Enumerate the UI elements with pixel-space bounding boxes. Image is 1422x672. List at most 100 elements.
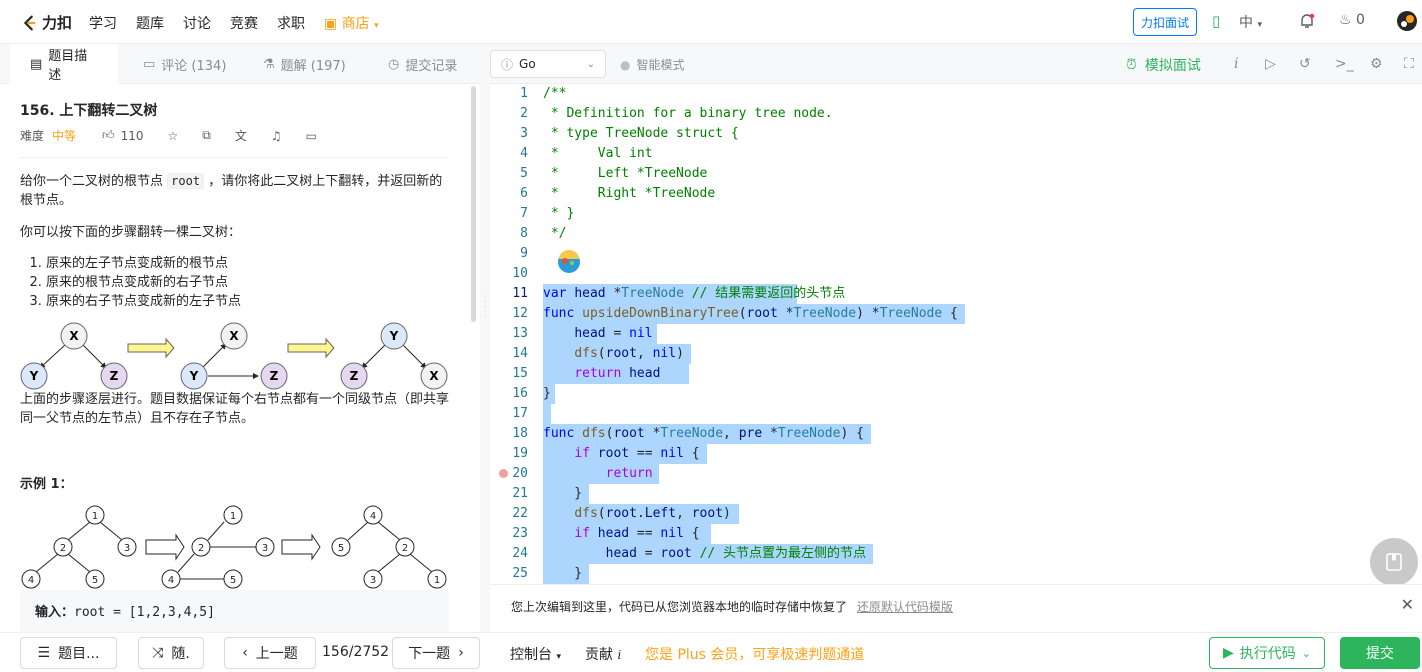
code-line[interactable]: dfs(root.Left, root)	[543, 504, 731, 524]
node-label: X	[229, 329, 239, 343]
language-switch[interactable]: 中 ▾	[1239, 12, 1262, 32]
fullscreen-icon[interactable]: ⛶	[1404, 56, 1414, 72]
translate-icon[interactable]: 文	[235, 127, 247, 144]
like-count: 110	[120, 128, 144, 143]
flip-steps-figure: X Y Z X Y Z Y Z X	[20, 322, 448, 390]
console-toggle[interactable]: 控制台 ▾	[510, 644, 561, 664]
code-line[interactable]: if root == nil {	[543, 444, 699, 464]
nav-shop[interactable]: ▣ 商店 ▾	[324, 13, 379, 33]
nav-contest[interactable]: 竞赛	[230, 13, 258, 33]
line-number: 19	[512, 446, 528, 461]
node-label: Y	[29, 369, 39, 383]
code-line[interactable]: }	[543, 384, 551, 404]
line-number: 15	[512, 366, 528, 381]
code-line[interactable]: return head	[543, 364, 660, 384]
close-icon[interactable]: ✕	[1401, 595, 1414, 614]
example-title: 示例 1：	[20, 477, 73, 492]
node-label: 1	[230, 511, 236, 522]
contribute-button[interactable]: 贡献 i	[585, 644, 621, 664]
info-icon[interactable]: i	[1234, 56, 1238, 72]
tab-submissions[interactable]: ◷ 提交记录	[388, 44, 457, 84]
drag-handle-icon[interactable]: · · · · ·	[484, 293, 487, 321]
difficulty-label: 难度	[20, 129, 45, 143]
interview-button[interactable]: 力扣面试	[1133, 8, 1197, 36]
nav-jobs[interactable]: 求职	[277, 13, 305, 33]
mobile-icon[interactable]: ▯	[1212, 12, 1220, 30]
thumbs-up-icon: 👍︎	[102, 128, 115, 142]
code-line[interactable]: dfs(root, nil)	[543, 344, 684, 364]
run-code-button[interactable]: ▶ 执行代码 ⌄	[1209, 637, 1325, 669]
problem-list-button[interactable]: ☰ 题目...	[20, 637, 117, 669]
line-number: 22	[512, 506, 528, 521]
star-icon[interactable]: ☆	[167, 129, 178, 143]
code-editor[interactable]: 1 2 3 4 5 6 7 8 9 10 11 12 13 14 15 16 1…	[490, 84, 1422, 584]
problem-description: 156. 上下翻转二叉树 难度 中等 👍︎ 110 ☆ ⧉ 文 ♫ ▭ 给你一个…	[0, 84, 470, 632]
nav-problemset[interactable]: 题库	[136, 13, 164, 33]
code-line[interactable]: /**	[543, 84, 566, 104]
code-line[interactable]: }	[543, 484, 582, 504]
line-number: 23	[512, 526, 528, 541]
logo[interactable]: 力扣	[20, 12, 72, 33]
line-number: 7	[520, 206, 528, 221]
tab-comments[interactable]: ▭ 评论 (134)	[143, 44, 226, 84]
feedback-icon[interactable]: ▭	[306, 129, 317, 143]
mock-interview-button[interactable]: ⏰︎ 模拟面试	[1126, 55, 1201, 75]
play-icon[interactable]: ▷	[1265, 56, 1276, 72]
node-label: 2	[60, 543, 66, 554]
tab-solutions[interactable]: ⚗ 题解 (197)	[263, 44, 346, 84]
code-line[interactable]: * Val int	[543, 144, 653, 164]
example-input-box: 输入：root = [1,2,3,4,5]	[20, 590, 449, 632]
chevron-down-icon: ▾	[556, 652, 561, 662]
avatar[interactable]	[1396, 10, 1418, 32]
code-line[interactable]: head = root // 头节点置为最左侧的节点	[543, 544, 866, 564]
share-icon[interactable]: ⧉	[202, 128, 211, 143]
code-line[interactable]: * Right *TreeNode	[543, 184, 715, 204]
line-number: 11	[512, 286, 528, 301]
restore-default-link[interactable]: 还原默认代码模版	[857, 600, 953, 614]
problem-title: 156. 上下翻转二叉树	[20, 103, 158, 119]
language-select[interactable]: ⓘ Go ⌄	[490, 50, 606, 78]
random-button[interactable]: ⤨ 随.	[138, 637, 204, 669]
code-line[interactable]: if head == nil {	[543, 524, 699, 544]
code-line[interactable]: * type TreeNode struct {	[543, 124, 739, 144]
nav-discuss[interactable]: 讨论	[183, 13, 211, 33]
node-label: Y	[389, 329, 399, 343]
code-line[interactable]: func dfs(root *TreeNode, pre *TreeNode) …	[543, 424, 864, 444]
prev-problem-button[interactable]: ‹ 上一题	[224, 637, 316, 669]
like-button[interactable]: 👍︎ 110	[102, 128, 143, 143]
code-line[interactable]: var head *TreeNode // 结果需要返回的头节点	[543, 284, 845, 304]
reset-icon[interactable]: ↺	[1299, 56, 1311, 72]
code-line[interactable]: * Definition for a binary tree node.	[543, 104, 833, 124]
list-icon: ☰	[37, 645, 51, 661]
panel-splitter[interactable]	[480, 44, 490, 632]
steps-list: 原来的左子节点变成新的根节点 原来的根节点变成新的右子节点 原来的右子节点变成新…	[46, 254, 241, 311]
code-line[interactable]: head = nil	[543, 324, 652, 344]
submit-button[interactable]: 提交	[1340, 637, 1420, 669]
console-label: 控制台	[510, 647, 552, 663]
code-line[interactable]: */	[543, 224, 567, 244]
line-number: 16	[512, 386, 528, 401]
bell-icon[interactable]	[1298, 12, 1316, 30]
settings-icon[interactable]: ⚙	[1370, 56, 1383, 72]
node-label: 5	[338, 543, 344, 554]
nav-learn[interactable]: 学习	[89, 13, 117, 33]
example-figure: 1 2 3 4 5 1 2 3 4 5 4 5 2 3 1	[21, 505, 447, 589]
code-line[interactable]: }	[543, 564, 582, 584]
terminal-icon[interactable]: >_	[1335, 56, 1354, 72]
paragraph-constraint: 上面的步骤逐层进行。题目数据保证每个右节点都有一个同级节点（即共享同一父节点的左…	[20, 392, 450, 426]
notebook-floating-button[interactable]	[1370, 538, 1418, 586]
next-problem-button[interactable]: 下一题 ›	[392, 637, 480, 669]
bell-icon[interactable]: ♫	[271, 129, 282, 143]
node-label: Z	[270, 369, 279, 383]
points-counter[interactable]: ♨ 0	[1339, 12, 1365, 28]
smart-mode-toggle[interactable]: ● 智能模式	[620, 56, 685, 73]
code-line[interactable]: * Left *TreeNode	[543, 164, 708, 184]
next-label: 下一题	[408, 646, 451, 662]
code-line[interactable]: func upsideDownBinaryTree(root *TreeNode…	[543, 304, 958, 324]
tab-description[interactable]: ▤ 题目描述	[10, 44, 118, 84]
description-scrollbar[interactable]	[471, 86, 476, 322]
code-line[interactable]: * }	[543, 204, 575, 224]
code-line[interactable]: return	[543, 464, 653, 484]
line-number: 9	[520, 246, 528, 261]
random-label: 随.	[171, 646, 190, 662]
